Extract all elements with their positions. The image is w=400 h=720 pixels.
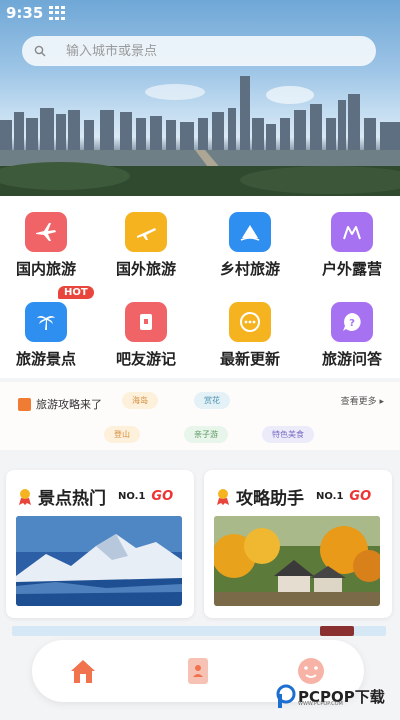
card-header: 景点热门 NO.1 GO <box>18 484 173 509</box>
tag-hiking[interactable]: 登山 <box>104 426 140 443</box>
category-label: 旅游景点 <box>15 350 76 368</box>
card-guide-assistant[interactable]: 攻略助手 NO.1 GO <box>204 470 392 618</box>
category-overseas-travel[interactable]: 国外旅游 <box>96 196 196 286</box>
journal-icon <box>188 658 208 684</box>
guides-title: 旅游攻略来了 <box>36 398 102 411</box>
view-more-link[interactable]: 查看更多 ▸ <box>341 394 384 407</box>
nav-profile[interactable] <box>294 654 328 688</box>
category-label: 旅游问答 <box>321 350 382 368</box>
category-outdoor-camping[interactable]: 户外露营 <box>302 196 400 286</box>
profile-face-icon <box>298 658 324 684</box>
guides-panel: 旅游攻略来了 查看更多 ▸ 海岛 赏花 登山 亲子游 特色美食 <box>0 382 400 450</box>
go-label: GO <box>349 489 372 504</box>
watermark-p-icon <box>276 684 296 708</box>
guides-heading: 旅游攻略来了 <box>18 396 102 412</box>
tag-local-food[interactable]: 特色美食 <box>262 426 314 443</box>
card-title: 攻略助手 <box>236 489 304 509</box>
app-grid-icon <box>49 6 66 20</box>
search-icon <box>34 45 46 57</box>
city-skyline-image <box>0 76 400 196</box>
plane-takeoff-icon <box>125 212 167 252</box>
category-label: 国外旅游 <box>115 260 176 278</box>
notebook-icon <box>125 302 167 342</box>
status-bar: 9:35 <box>6 4 66 22</box>
category-label: 乡村旅游 <box>219 260 280 278</box>
nav-journal[interactable] <box>181 654 215 688</box>
search-bar[interactable] <box>22 36 376 66</box>
tag-family-trip[interactable]: 亲子游 <box>184 426 228 443</box>
category-domestic-travel[interactable]: 国内旅游 <box>0 196 96 286</box>
guide-book-icon <box>18 397 31 411</box>
tag-island[interactable]: 海岛 <box>122 392 158 409</box>
chat-dots-icon <box>229 302 271 342</box>
category-scenic-spots[interactable]: 旅游景点 HOT <box>0 286 96 376</box>
watermark-logo: PCPOP下载 WWW.PCPOP.COM <box>276 684 385 708</box>
card-popular-spots[interactable]: 景点热门 NO.1 GO <box>6 470 194 618</box>
next-content-strip-accent <box>320 626 354 636</box>
mountain-sail-icon <box>229 212 271 252</box>
question-bubble-icon: ? <box>331 302 373 342</box>
watermark-subtext: WWW.PCPOP.COM <box>298 701 343 707</box>
category-rural-travel[interactable]: 乡村旅游 <box>200 196 300 286</box>
palm-tree-icon <box>25 302 67 342</box>
autumn-village-photo <box>214 516 380 606</box>
tent-icon <box>331 212 373 252</box>
medal-icon <box>19 488 31 505</box>
category-latest-updates[interactable]: 最新更新 <box>200 286 300 376</box>
category-travel-notes[interactable]: 吧友游记 <box>96 286 196 376</box>
go-label: GO <box>151 489 174 504</box>
category-label: 最新更新 <box>219 350 280 368</box>
snow-mountain-photo <box>16 516 182 606</box>
status-time: 9:35 <box>6 4 44 22</box>
hot-badge: HOT <box>58 286 94 299</box>
airplane-icon <box>25 212 67 252</box>
category-travel-qa[interactable]: ? 旅游问答 <box>302 286 400 376</box>
card-title: 景点热门 <box>38 489 106 509</box>
no1-label: NO.1 <box>316 491 344 502</box>
card-header: 攻略助手 NO.1 GO <box>216 484 371 509</box>
category-label: 国内旅游 <box>15 260 76 278</box>
nav-home[interactable] <box>66 654 100 688</box>
hero-banner: 9:35 <box>0 0 400 196</box>
category-label: 户外露营 <box>321 260 382 278</box>
svg-text:?: ? <box>349 318 355 329</box>
category-grid: 国内旅游 国外旅游 乡村旅游 户外露营 旅游景点 HOT 吧友游记 最新更新 ?… <box>0 196 400 378</box>
tag-flowers[interactable]: 赏花 <box>194 392 230 409</box>
category-label: 吧友游记 <box>115 350 176 368</box>
home-icon <box>71 660 95 683</box>
search-input[interactable] <box>66 43 326 59</box>
no1-label: NO.1 <box>118 491 146 502</box>
medal-icon <box>217 488 229 505</box>
